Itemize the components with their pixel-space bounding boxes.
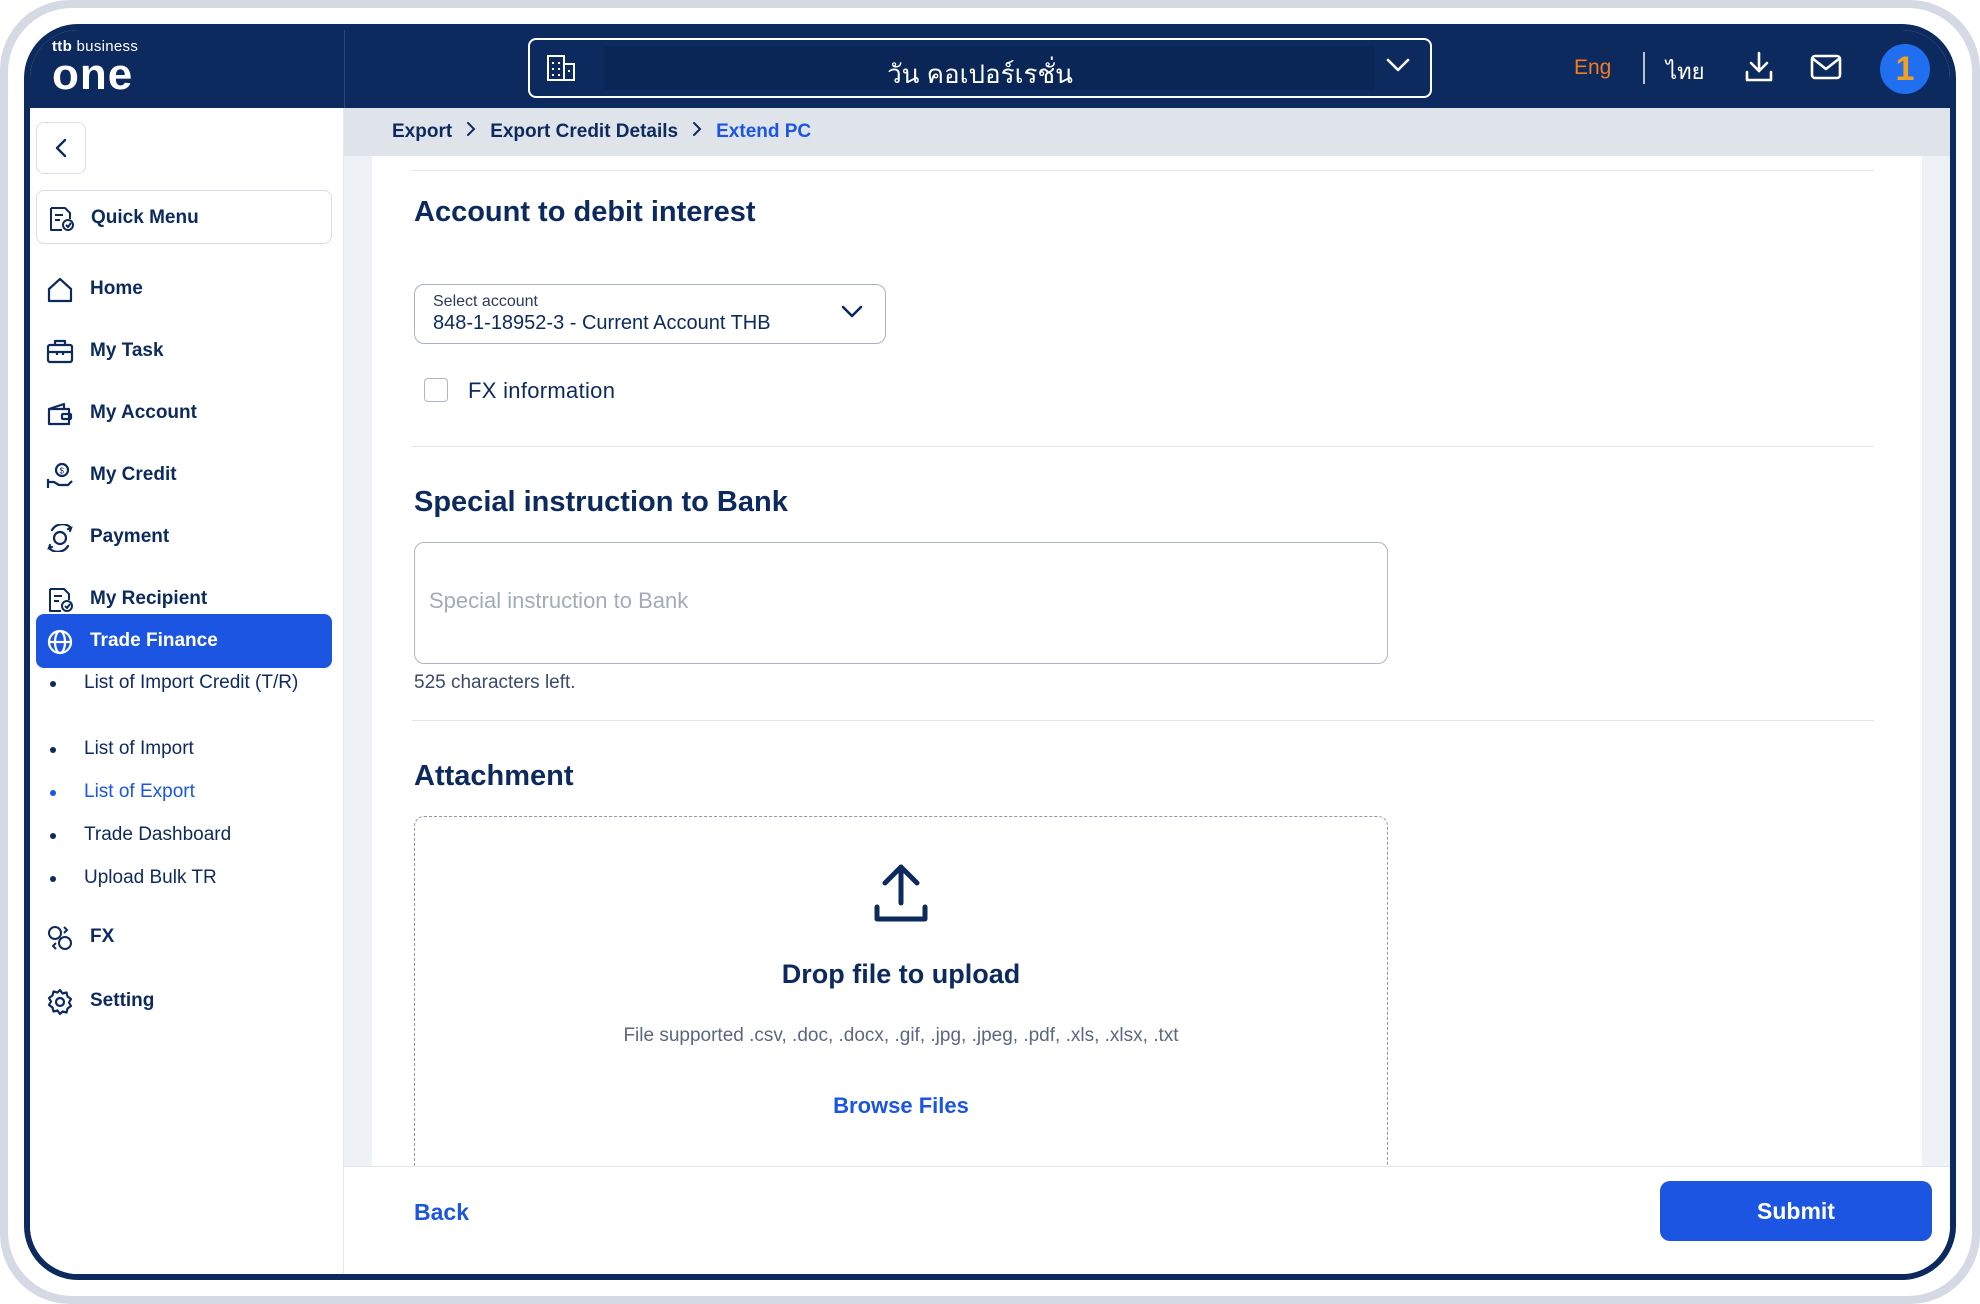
sidebar-item-setting[interactable]: Setting: [36, 974, 332, 1028]
home-icon: [46, 276, 74, 304]
account-select[interactable]: Select account 848-1-18952-3 - Current A…: [414, 284, 886, 344]
footer-action-bar: Back Submit: [344, 1166, 1950, 1274]
sidebar-subitem-label: Upload Bulk TR: [84, 867, 217, 888]
sidebar-subitem-list-of-export[interactable]: List of Export: [50, 777, 320, 807]
globe-icon: [46, 628, 74, 656]
sidebar-item-label: My Recipient: [90, 588, 208, 609]
sidebar-item-my-task[interactable]: My Task: [36, 324, 332, 378]
bullet: [50, 833, 56, 839]
sidebar-subitem-upload-bulk-tr[interactable]: Upload Bulk TR: [50, 863, 320, 893]
submit-button[interactable]: Submit: [1660, 1181, 1932, 1241]
characters-left-counter: 525 characters left.: [414, 672, 576, 693]
topbar-divider: [344, 30, 345, 108]
browse-files-link[interactable]: Browse Files: [415, 1093, 1387, 1119]
sidebar-collapse-button[interactable]: [36, 122, 86, 174]
app-screen: ttb business one วัน คอเปอร์เรชั่น Eng ไ…: [30, 30, 1950, 1274]
bullet: [50, 681, 56, 687]
sidebar-item-my-account[interactable]: My Account: [36, 386, 332, 440]
briefcase-icon: [46, 338, 74, 366]
account-select-value: 848-1-18952-3 - Current Account THB: [433, 312, 771, 334]
sidebar-subitem-label: List of Import Credit (T/R): [84, 672, 299, 693]
lang-thai-button[interactable]: ไทย: [1666, 54, 1704, 89]
sidebar-subitem-import-credit[interactable]: List of Import Credit (T/R): [50, 668, 320, 722]
payment-icon: [46, 523, 74, 553]
lang-divider: [1643, 52, 1645, 84]
chevron-right-icon: [466, 121, 476, 143]
breadcrumb-export[interactable]: Export: [392, 121, 452, 143]
sidebar-item-label: FX: [90, 926, 115, 947]
brand-logo[interactable]: ttb business one: [52, 38, 138, 99]
breadcrumb: Export Export Credit Details Extend PC: [392, 121, 811, 143]
divider: [412, 446, 1874, 447]
chevron-right-icon: [692, 121, 702, 143]
sidebar-item-label: Home: [90, 278, 143, 299]
gear-icon: [46, 988, 74, 1016]
chevron-down-icon: [841, 305, 863, 324]
main-content: Account to debit interest Select account…: [344, 156, 1950, 1174]
sidebar-item-label: Payment: [90, 526, 170, 547]
sidebar-item-label: My Task: [90, 340, 164, 361]
special-instruction-input[interactable]: [429, 579, 1369, 623]
fx-information-checkbox[interactable]: [424, 378, 448, 402]
fx-icon: [46, 924, 74, 952]
sidebar-item-label: Setting: [90, 990, 155, 1011]
back-button[interactable]: Back: [414, 1199, 469, 1226]
device-screen-border: ttb business one วัน คอเปอร์เรชั่น Eng ไ…: [24, 24, 1956, 1280]
sidebar-item-payment[interactable]: Payment: [36, 510, 332, 564]
sidebar-item-label: My Account: [90, 402, 197, 423]
download-icon[interactable]: [1744, 50, 1774, 89]
divider: [412, 720, 1874, 721]
sidebar-item-fx[interactable]: FX: [36, 910, 332, 964]
wallet-icon: [46, 400, 74, 428]
upload-icon: [871, 861, 931, 930]
breadcrumb-bar: Export Export Credit Details Extend PC: [344, 108, 1950, 156]
credit-hand-icon: $: [46, 462, 74, 490]
special-instruction-title: Special instruction to Bank: [414, 486, 788, 518]
company-selector[interactable]: วัน คอเปอร์เรชั่น: [528, 38, 1432, 98]
bullet: [50, 790, 56, 796]
sidebar-subitem-label: Trade Dashboard: [84, 824, 232, 845]
quick-menu-icon: [47, 205, 75, 233]
sidebar-item-label: Trade Finance: [90, 630, 218, 651]
sidebar-subitem-label: List of Export: [84, 781, 195, 802]
mail-icon[interactable]: [1810, 54, 1842, 85]
top-bar: ttb business one วัน คอเปอร์เรชั่น Eng ไ…: [30, 30, 1950, 108]
debit-account-title: Account to debit interest: [414, 196, 756, 228]
avatar-digit: 1: [1895, 50, 1915, 88]
sidebar-item-label: Quick Menu: [91, 207, 199, 228]
divider: [412, 170, 1874, 171]
supported-file-types: File supported .csv, .doc, .docx, .gif, …: [623, 1025, 1179, 1046]
sidebar-item-home[interactable]: Home: [36, 262, 332, 316]
sidebar-quick-menu[interactable]: Quick Menu: [36, 190, 332, 244]
chevron-down-icon: [1386, 58, 1410, 77]
breadcrumb-export-credit-details[interactable]: Export Credit Details: [490, 121, 678, 143]
form-card: Account to debit interest Select account…: [372, 156, 1922, 1174]
account-select-label: Select account: [433, 293, 538, 310]
svg-text:$: $: [60, 467, 65, 476]
avatar[interactable]: 1: [1880, 44, 1930, 94]
special-instruction-field[interactable]: [414, 542, 1388, 664]
sidebar: Quick Menu Home My Task My Account $ My …: [30, 108, 344, 1274]
recipient-icon: [46, 586, 74, 614]
sidebar-item-my-credit[interactable]: $ My Credit: [36, 448, 332, 502]
breadcrumb-current: Extend PC: [716, 121, 812, 142]
drop-file-title: Drop file to upload: [781, 959, 1021, 989]
file-dropzone[interactable]: Drop file to upload File supported .csv,…: [414, 816, 1388, 1174]
fx-information-label[interactable]: FX information: [468, 378, 615, 404]
bullet: [50, 747, 56, 753]
sidebar-item-trade-finance[interactable]: Trade Finance: [36, 614, 332, 668]
sidebar-subitem-label: List of Import: [84, 738, 194, 759]
attachment-title: Attachment: [414, 760, 574, 792]
sidebar-subitem-trade-dashboard[interactable]: Trade Dashboard: [50, 820, 320, 850]
sidebar-item-label: My Credit: [90, 464, 177, 485]
sidebar-subitem-list-of-import[interactable]: List of Import: [50, 734, 320, 764]
logo-wordmark: one: [52, 50, 134, 99]
lang-eng-button[interactable]: Eng: [1574, 56, 1611, 80]
company-name: วัน คอเปอร์เรชั่น: [887, 59, 1073, 89]
chevron-left-icon: [53, 137, 69, 164]
bullet: [50, 876, 56, 882]
